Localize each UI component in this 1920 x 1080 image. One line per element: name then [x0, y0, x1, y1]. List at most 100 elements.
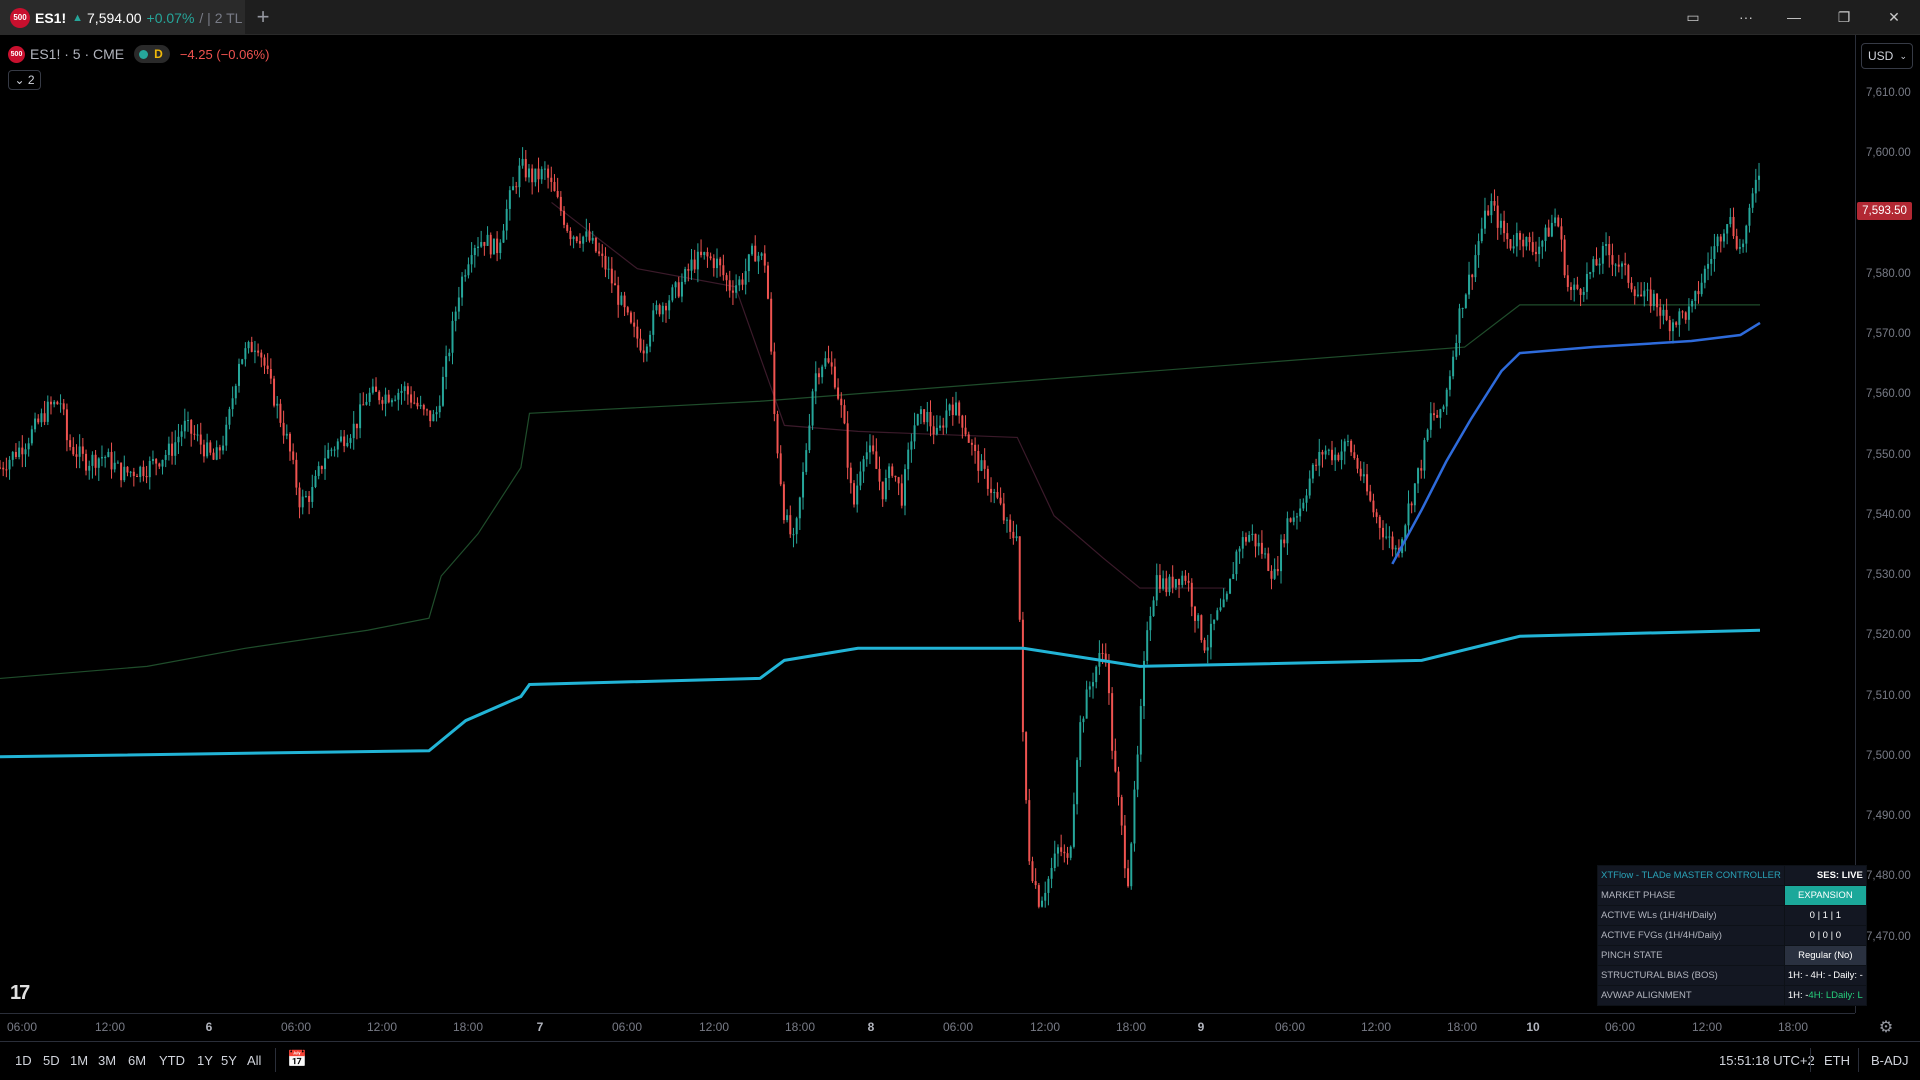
candle-body [206, 442, 209, 457]
adjust-toggle[interactable]: B-ADJ [1871, 1053, 1909, 1068]
range-button-5d[interactable]: 5D [43, 1053, 60, 1068]
candle-body [1646, 289, 1649, 291]
candle-body [1630, 282, 1633, 290]
candle-body [1206, 647, 1209, 651]
candle-body [1184, 575, 1187, 581]
candle-body [441, 376, 444, 406]
candle-body [582, 236, 585, 244]
candle-body [486, 234, 489, 246]
candle-body [5, 469, 8, 471]
candle-body [642, 350, 645, 354]
time-tick-label: 18:00 [1777, 1020, 1809, 1034]
blue-vwap-line [1391, 321, 1761, 565]
candle-body [1085, 689, 1088, 719]
candle-body [397, 392, 400, 400]
session-toggle[interactable]: ETH [1824, 1053, 1850, 1068]
candle-body [1369, 491, 1372, 501]
range-button-all[interactable]: All [247, 1053, 261, 1068]
candle-body [814, 373, 817, 392]
currency-select[interactable]: USD ⌄ [1861, 43, 1913, 69]
restore-icon[interactable]: ❐ [1832, 6, 1856, 28]
price-tick-label: 7,570.00 [1866, 328, 1911, 340]
candle-body [1088, 686, 1091, 690]
candle-body [75, 454, 78, 457]
candle-body [505, 208, 508, 231]
candle-body [1652, 293, 1655, 307]
candle-body [190, 420, 193, 434]
candle-body [1722, 233, 1725, 242]
candle-body [1519, 233, 1522, 240]
candle-body [1021, 619, 1024, 733]
candle-body [776, 414, 779, 454]
time-tick-label: 06:00 [1274, 1020, 1306, 1034]
candle-body [317, 466, 320, 476]
candle-body [1238, 548, 1241, 552]
candle-body [228, 409, 231, 425]
candle-body [1671, 322, 1674, 332]
price-tick-label: 7,550.00 [1866, 448, 1911, 461]
candle-body [489, 234, 492, 255]
candle-body [1334, 454, 1337, 461]
range-button-1d[interactable]: 1D [15, 1053, 32, 1068]
candle-body [148, 460, 151, 478]
info-table-title: XTFlow - TLADe MASTER CONTROLLER [1598, 866, 1784, 885]
candle-body [1181, 575, 1184, 585]
gear-icon[interactable]: ⚙ [1876, 1018, 1896, 1038]
minimize-icon[interactable]: — [1782, 6, 1806, 28]
chart-tab[interactable]: 500 ES1! ▲ 7,594.00 +0.07% / | 2 TL [0, 0, 245, 35]
candle-body [1305, 495, 1308, 503]
candle-body [1095, 666, 1098, 683]
legend-title[interactable]: ES1! · 5 · CME [30, 46, 124, 62]
candle-body [770, 298, 773, 352]
clock-display[interactable]: 15:51:18 UTC+2 [1719, 1053, 1815, 1068]
candle-body [585, 231, 588, 237]
range-button-1m[interactable]: 1M [70, 1053, 88, 1068]
candle-body [1257, 542, 1260, 547]
candle-body [333, 449, 336, 451]
candle-body [1458, 308, 1461, 343]
candle-body [104, 457, 107, 459]
candle-body [72, 447, 75, 455]
candle-body [872, 445, 875, 452]
candle-body [419, 405, 422, 407]
candle-body [1283, 539, 1286, 544]
candle-body [97, 458, 100, 468]
more-icon[interactable]: ··· [1732, 6, 1760, 28]
range-button-5y[interactable]: 5Y [221, 1053, 237, 1068]
indicator-toggle-button[interactable]: ⌄ 2 [8, 70, 41, 90]
close-icon[interactable]: ✕ [1882, 6, 1906, 28]
price-chart[interactable] [0, 35, 1855, 1013]
candle-body [1060, 847, 1063, 852]
candle-body [359, 404, 362, 429]
daily-pill[interactable]: D [134, 45, 170, 63]
candle-body [757, 255, 760, 262]
candle-body [253, 350, 256, 352]
candle-body [40, 413, 43, 423]
candle-body [161, 459, 164, 467]
candle-body [1605, 244, 1608, 247]
candle-body [629, 312, 632, 323]
candle-body [49, 401, 52, 405]
row-label: MARKET PHASE [1598, 886, 1784, 905]
candle-body [1248, 535, 1251, 542]
time-axis[interactable] [0, 1013, 1855, 1041]
candle-body [311, 486, 314, 502]
candle-body [1735, 236, 1738, 249]
candle-body [636, 326, 639, 339]
candle-body [754, 245, 757, 262]
candle-body [1729, 216, 1732, 225]
candle-body [1219, 607, 1222, 611]
candle-body [1162, 578, 1165, 589]
range-button-6m[interactable]: 6M [128, 1053, 146, 1068]
tradingview-logo[interactable]: 17 [10, 982, 30, 1005]
layout-icon[interactable]: ▭ [1680, 6, 1706, 28]
calendar-icon[interactable]: 📅 [286, 1050, 308, 1070]
range-button-ytd[interactable]: YTD [159, 1053, 185, 1068]
range-button-3m[interactable]: 3M [98, 1053, 116, 1068]
candle-body [1149, 616, 1152, 631]
candle-body [843, 405, 846, 424]
price-tick-label: 7,470.00 [1866, 930, 1911, 943]
candle-body [126, 466, 129, 473]
range-button-1y[interactable]: 1Y [197, 1053, 213, 1068]
new-tab-button[interactable]: + [252, 5, 274, 29]
